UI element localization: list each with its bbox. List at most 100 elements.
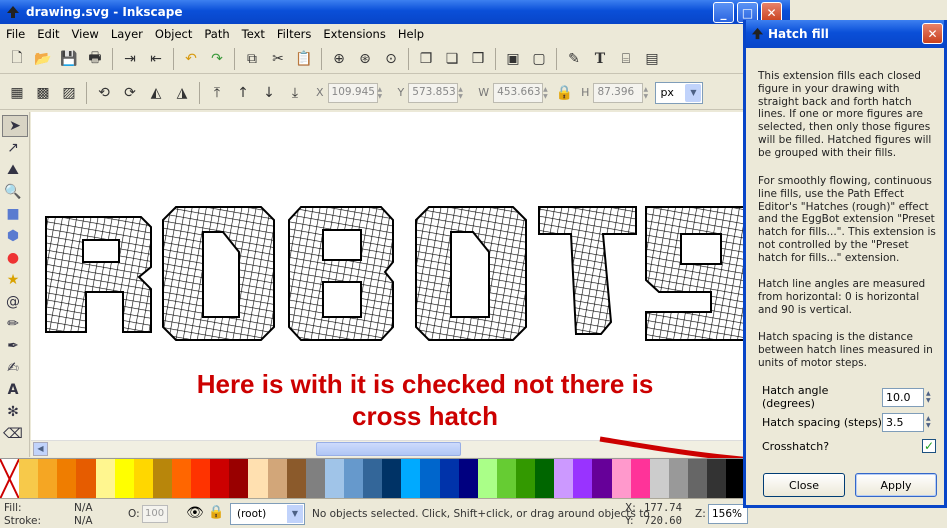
color-swatch[interactable] xyxy=(496,459,516,499)
color-swatch[interactable] xyxy=(19,459,39,499)
y-spinner-icon[interactable]: ▲ ▼ xyxy=(458,83,466,103)
zoom-tool-icon[interactable]: 🔍 xyxy=(0,181,26,203)
color-swatch[interactable] xyxy=(267,459,287,499)
y-input[interactable]: 573.853 xyxy=(408,82,459,103)
export-icon[interactable]: ⇤ xyxy=(145,48,167,70)
menu-path[interactable]: Path xyxy=(204,27,229,41)
scroll-thumb[interactable] xyxy=(316,442,461,456)
zoom-drawing-icon[interactable]: ⊛ xyxy=(354,48,376,70)
flip-vertical-icon[interactable]: ◮ xyxy=(171,82,193,104)
color-swatch[interactable] xyxy=(458,459,478,499)
save-icon[interactable]: 💾 xyxy=(58,48,80,70)
color-swatch[interactable] xyxy=(477,459,497,499)
color-swatch[interactable] xyxy=(57,459,77,499)
color-swatch[interactable] xyxy=(152,459,172,499)
color-swatch[interactable] xyxy=(630,459,650,499)
menu-layer[interactable]: Layer xyxy=(111,27,143,41)
color-swatch[interactable] xyxy=(38,459,58,499)
lock-icon[interactable]: 🔒 xyxy=(555,82,572,104)
import-icon[interactable]: ⇥ xyxy=(119,48,141,70)
h-spinner-icon[interactable]: ▲ ▼ xyxy=(643,83,651,103)
color-swatch[interactable] xyxy=(515,459,536,499)
lower-bottom-icon[interactable]: ⤓ xyxy=(284,82,306,104)
unit-select[interactable]: px ▼ xyxy=(655,81,704,104)
print-icon[interactable]: 🖶 xyxy=(84,48,106,70)
color-swatch[interactable] xyxy=(535,459,555,499)
raise-icon[interactable]: ↑ xyxy=(232,82,254,104)
x-input[interactable]: 109.945 xyxy=(327,82,378,103)
zoom-input[interactable]: 156% xyxy=(708,504,748,524)
color-swatch[interactable] xyxy=(324,459,344,499)
rotate-cw-icon[interactable]: ⟳ xyxy=(119,82,141,104)
select-all-layers-icon[interactable]: ▩ xyxy=(32,82,54,104)
clone-icon[interactable]: ❏ xyxy=(441,48,463,70)
opacity-input[interactable]: 100 xyxy=(142,505,168,523)
zoom-selection-icon[interactable]: ⊕ xyxy=(328,48,350,70)
xml-editor-icon[interactable]: ⌸ xyxy=(615,48,637,70)
raise-top-icon[interactable]: ⤒ xyxy=(206,82,228,104)
hatch-spacing-spinner-icon[interactable]: ▲ ▼ xyxy=(926,413,936,432)
menu-object[interactable]: Object xyxy=(155,27,192,41)
flip-horizontal-icon[interactable]: ◭ xyxy=(145,82,167,104)
text-tool-icon[interactable]: A xyxy=(0,379,26,401)
eraser-tool-icon[interactable]: ⌫ xyxy=(0,423,26,445)
dialog-title-bar[interactable]: Hatch fill xyxy=(746,20,944,48)
color-swatch[interactable] xyxy=(76,459,96,499)
text-font-icon[interactable]: T xyxy=(589,48,611,70)
group-icon[interactable]: ▣ xyxy=(502,48,524,70)
menu-help[interactable]: Help xyxy=(398,27,424,41)
color-swatch[interactable] xyxy=(573,459,593,499)
hatch-angle-spinner-icon[interactable]: ▲ ▼ xyxy=(926,388,936,407)
zoom-page-icon[interactable]: ⊙ xyxy=(380,48,402,70)
rotate-ccw-icon[interactable]: ⟲ xyxy=(93,82,115,104)
paste-icon[interactable]: 📋 xyxy=(293,48,315,70)
color-swatch[interactable] xyxy=(305,459,325,499)
pencil-tool-icon[interactable]: ✏ xyxy=(0,313,26,335)
spray-tool-icon[interactable]: ✻ xyxy=(0,401,26,423)
close-button[interactable]: Close xyxy=(763,473,845,497)
color-swatch[interactable] xyxy=(114,459,134,499)
select-all-icon[interactable]: ▦ xyxy=(6,82,28,104)
tweak-tool-icon[interactable]: ⛰ xyxy=(0,159,26,181)
copy-icon[interactable]: ⧉ xyxy=(241,48,263,70)
hatch-spacing-input[interactable]: 3.5 xyxy=(882,412,924,432)
open-icon[interactable]: 📂 xyxy=(32,48,54,70)
x-spinner-icon[interactable]: ▲ ▼ xyxy=(378,83,386,103)
3dbox-tool-icon[interactable]: ⬢ xyxy=(0,225,26,247)
spiral-tool-icon[interactable]: @ xyxy=(0,291,26,313)
color-swatch[interactable] xyxy=(592,459,612,499)
color-swatch[interactable] xyxy=(687,459,708,499)
color-swatch[interactable] xyxy=(133,459,153,499)
color-swatch[interactable] xyxy=(439,459,459,499)
layer-select[interactable]: (root) ▼ xyxy=(230,503,305,525)
color-swatch[interactable] xyxy=(649,459,669,499)
width-input[interactable]: 453.663 xyxy=(493,82,544,103)
color-swatch[interactable] xyxy=(171,459,192,499)
menu-filters[interactable]: Filters xyxy=(277,27,311,41)
apply-button[interactable]: Apply xyxy=(855,473,937,497)
eye-icon[interactable]: 👁 xyxy=(186,505,204,521)
ellipse-tool-icon[interactable]: ● xyxy=(0,247,26,269)
rectangle-tool-icon[interactable]: ■ xyxy=(0,203,26,225)
menu-extensions[interactable]: Extensions xyxy=(323,27,385,41)
height-input[interactable]: 87.396 xyxy=(593,82,644,103)
color-swatch[interactable] xyxy=(191,459,211,499)
duplicate-icon[interactable]: ❐ xyxy=(415,48,437,70)
new-document-icon[interactable]: 🗋 xyxy=(6,48,28,70)
pen-tool-icon[interactable]: ✒ xyxy=(0,335,26,357)
color-swatch[interactable] xyxy=(210,459,230,499)
cut-icon[interactable]: ✂ xyxy=(267,48,289,70)
color-swatch[interactable] xyxy=(554,459,574,499)
no-paint-swatch[interactable] xyxy=(0,458,20,500)
color-swatch[interactable] xyxy=(382,459,402,499)
menu-file[interactable]: File xyxy=(6,27,25,41)
redo-icon[interactable]: ↷ xyxy=(206,48,228,70)
undo-icon[interactable]: ↶ xyxy=(180,48,202,70)
menu-edit[interactable]: Edit xyxy=(37,27,59,41)
color-swatch[interactable] xyxy=(343,459,364,499)
ungroup-icon[interactable]: ▢ xyxy=(528,48,550,70)
node-tool-icon[interactable]: ↗ xyxy=(0,137,26,159)
fill-stroke-icon[interactable]: ✎ xyxy=(563,48,585,70)
window-title-bar[interactable]: drawing.svg - Inkscape xyxy=(0,0,790,24)
crosshatch-checkbox[interactable]: ✓ xyxy=(922,439,936,453)
